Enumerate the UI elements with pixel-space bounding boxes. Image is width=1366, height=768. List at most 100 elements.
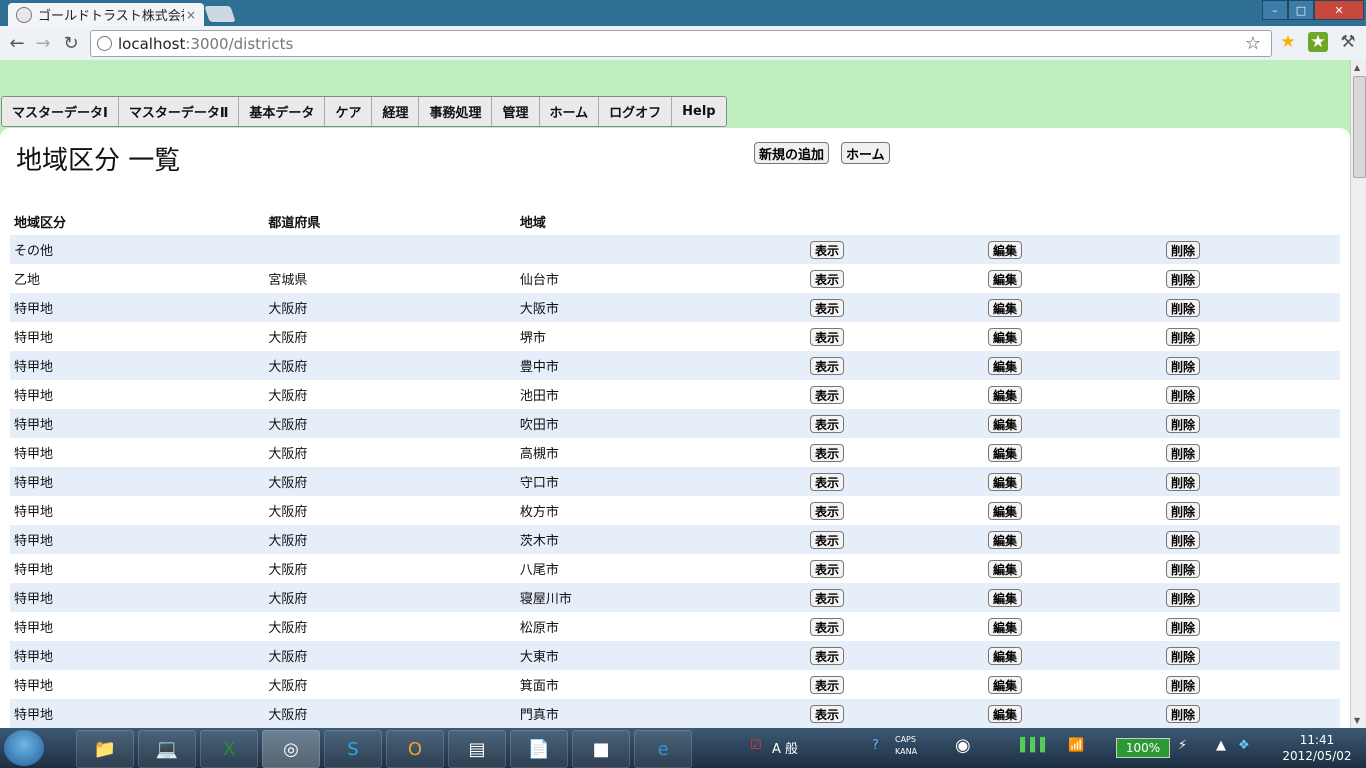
address-bar[interactable]: localhost:3000/districts ☆: [90, 30, 1272, 57]
laptop-task-icon[interactable]: 💻: [138, 730, 196, 768]
delete-button[interactable]: 削除: [1165, 501, 1200, 520]
show-button[interactable]: 表示: [809, 414, 844, 433]
show-button[interactable]: 表示: [809, 443, 844, 462]
show-button[interactable]: 表示: [809, 269, 844, 288]
edit-button[interactable]: 編集: [987, 559, 1022, 578]
edit-button[interactable]: 編集: [987, 617, 1022, 636]
page-scrollbar[interactable]: ▲ ▼: [1350, 60, 1366, 728]
home-button[interactable]: ホーム: [841, 142, 890, 164]
menu-item[interactable]: ホーム: [540, 97, 600, 126]
edit-button[interactable]: 編集: [987, 530, 1022, 549]
edit-button[interactable]: 編集: [987, 414, 1022, 433]
tray-red-icon[interactable]: ☑: [750, 738, 762, 753]
window-maximize-button[interactable]: □: [1288, 0, 1314, 20]
menu-item[interactable]: ケア: [325, 97, 373, 126]
edit-button[interactable]: 編集: [987, 704, 1022, 723]
menu-item[interactable]: マスターデータⅡ: [119, 97, 240, 126]
skype-task-icon[interactable]: S: [324, 730, 382, 768]
edit-button[interactable]: 編集: [987, 472, 1022, 491]
system-clock[interactable]: 11:41 2012/05/02: [1272, 732, 1362, 764]
ime-indicator[interactable]: A 般: [772, 738, 798, 757]
document-task-icon[interactable]: 📄: [510, 730, 568, 768]
edit-button[interactable]: 編集: [987, 443, 1022, 462]
window-minimize-button[interactable]: –: [1262, 0, 1288, 20]
show-button[interactable]: 表示: [809, 588, 844, 607]
extension-green-icon[interactable]: ★: [1308, 32, 1328, 52]
show-button[interactable]: 表示: [809, 356, 844, 375]
show-button[interactable]: 表示: [809, 675, 844, 694]
wrench-icon[interactable]: ⚒: [1338, 32, 1358, 52]
delete-button[interactable]: 削除: [1165, 385, 1200, 404]
menu-item[interactable]: ログオフ: [599, 97, 673, 126]
delete-button[interactable]: 削除: [1165, 240, 1200, 259]
menu-item[interactable]: 経理: [372, 97, 420, 126]
edit-button[interactable]: 編集: [987, 327, 1022, 346]
show-button[interactable]: 表示: [809, 646, 844, 665]
reload-icon[interactable]: ↻: [60, 32, 82, 54]
show-button[interactable]: 表示: [809, 385, 844, 404]
delete-button[interactable]: 削除: [1165, 617, 1200, 636]
bookmark-star-icon[interactable]: ☆: [1245, 33, 1261, 54]
outlook-task-icon[interactable]: O: [386, 730, 444, 768]
edit-button[interactable]: 編集: [987, 298, 1022, 317]
show-button[interactable]: 表示: [809, 617, 844, 636]
power-plug-icon[interactable]: ⚡: [1178, 738, 1187, 753]
excel-task-icon[interactable]: X: [200, 730, 258, 768]
delete-button[interactable]: 削除: [1165, 327, 1200, 346]
delete-button[interactable]: 削除: [1165, 559, 1200, 578]
edit-button[interactable]: 編集: [987, 588, 1022, 607]
browser-tab[interactable]: ゴールドトラスト株式会社 ×: [8, 3, 204, 26]
delete-button[interactable]: 削除: [1165, 298, 1200, 317]
edit-button[interactable]: 編集: [987, 269, 1022, 288]
show-button[interactable]: 表示: [809, 530, 844, 549]
menu-item[interactable]: 管理: [492, 97, 540, 126]
delete-button[interactable]: 削除: [1165, 472, 1200, 491]
edit-button[interactable]: 編集: [987, 675, 1022, 694]
delete-button[interactable]: 削除: [1165, 269, 1200, 288]
back-arrow-icon[interactable]: ←: [6, 32, 28, 54]
show-button[interactable]: 表示: [809, 501, 844, 520]
edit-button[interactable]: 編集: [987, 385, 1022, 404]
window-task-icon[interactable]: ▤: [448, 730, 506, 768]
dropbox-icon[interactable]: ❖: [1238, 738, 1250, 753]
menu-item[interactable]: Help: [672, 97, 725, 126]
delete-button[interactable]: 削除: [1165, 530, 1200, 549]
menu-item[interactable]: 事務処理: [419, 97, 493, 126]
menu-item[interactable]: マスターデータⅠ: [2, 97, 119, 126]
new-tab-button[interactable]: [204, 6, 236, 22]
show-button[interactable]: 表示: [809, 240, 844, 259]
menu-item[interactable]: 基本データ: [239, 97, 326, 126]
network-drive-icon[interactable]: ◉: [955, 735, 971, 756]
ie-task-icon[interactable]: e: [634, 730, 692, 768]
delete-button[interactable]: 削除: [1165, 443, 1200, 462]
cmd-task-icon[interactable]: ■: [572, 730, 630, 768]
forward-arrow-icon[interactable]: →: [32, 32, 54, 54]
delete-button[interactable]: 削除: [1165, 588, 1200, 607]
delete-button[interactable]: 削除: [1165, 704, 1200, 723]
show-button[interactable]: 表示: [809, 327, 844, 346]
edit-button[interactable]: 編集: [987, 501, 1022, 520]
show-button[interactable]: 表示: [809, 559, 844, 578]
tab-close-icon[interactable]: ×: [184, 8, 198, 22]
battery-indicator[interactable]: 100%: [1116, 738, 1170, 758]
show-hidden-icons[interactable]: ▲: [1216, 738, 1226, 753]
delete-button[interactable]: 削除: [1165, 414, 1200, 433]
scroll-up-arrow-icon[interactable]: ▲: [1354, 63, 1360, 72]
scroll-down-arrow-icon[interactable]: ▼: [1354, 716, 1360, 725]
show-button[interactable]: 表示: [809, 472, 844, 491]
chrome-task-icon[interactable]: ◎: [262, 730, 320, 768]
extension-star-icon[interactable]: ★: [1278, 32, 1298, 52]
delete-button[interactable]: 削除: [1165, 675, 1200, 694]
delete-button[interactable]: 削除: [1165, 356, 1200, 375]
edit-button[interactable]: 編集: [987, 356, 1022, 375]
window-close-button[interactable]: ✕: [1314, 0, 1364, 20]
help-icon[interactable]: ?: [872, 738, 879, 753]
edit-button[interactable]: 編集: [987, 646, 1022, 665]
explorer-task-icon[interactable]: 📁: [76, 730, 134, 768]
show-button[interactable]: 表示: [809, 704, 844, 723]
show-button[interactable]: 表示: [809, 298, 844, 317]
add-new-button[interactable]: 新規の追加: [754, 142, 830, 164]
signal-strength-icon[interactable]: ▐▐▐: [1015, 738, 1045, 753]
delete-button[interactable]: 削除: [1165, 646, 1200, 665]
page-info-icon[interactable]: [97, 36, 112, 51]
